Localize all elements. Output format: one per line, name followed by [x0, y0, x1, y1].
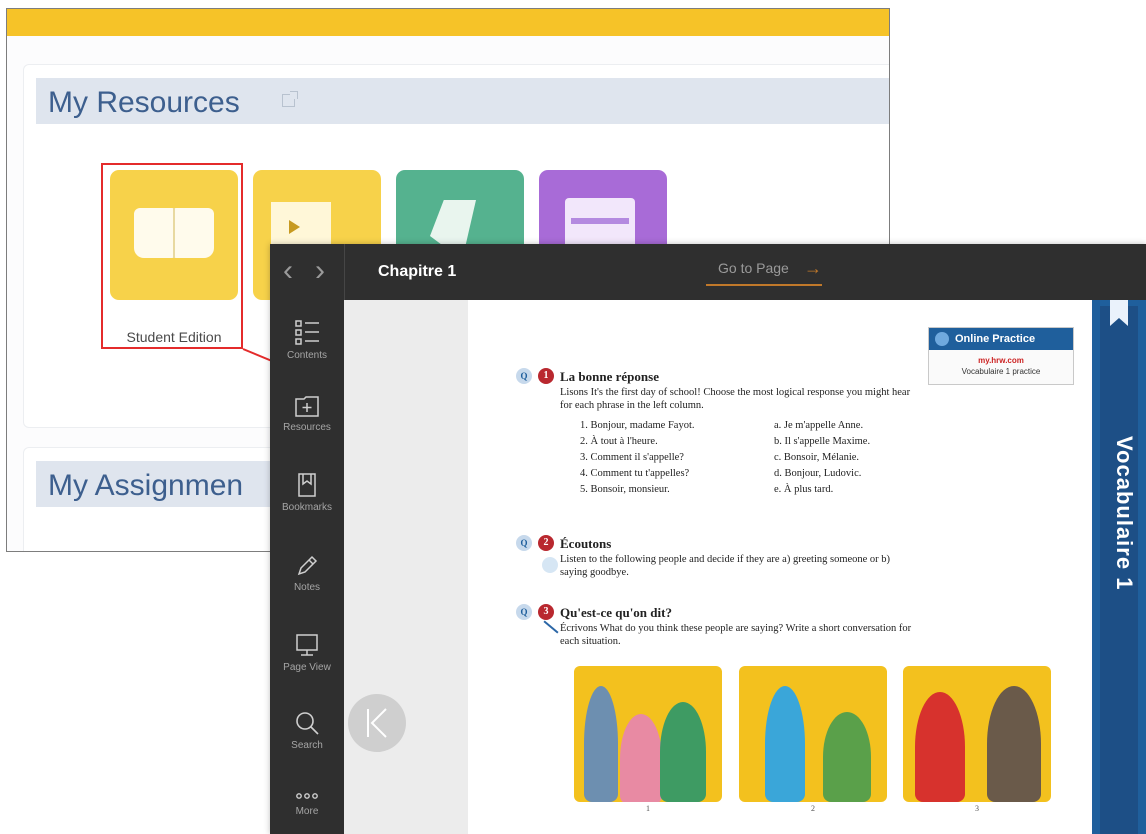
vocabulaire-side-title: Vocabulaire 1 [1112, 436, 1137, 591]
chapter-title: Chapitre 1 [378, 263, 457, 280]
exercise-number: 2 [538, 535, 554, 551]
photo-number: 3 [975, 804, 979, 813]
sidebar-item-contents[interactable]: Contents [270, 318, 344, 361]
sidebar-label-contents: Contents [286, 350, 328, 361]
sidebar-label-notes: Notes [293, 582, 321, 593]
quiz-icon[interactable]: Q [516, 604, 532, 620]
sidebar-item-resources[interactable]: Resources [270, 394, 344, 433]
globe-icon [935, 332, 949, 346]
first-page-button[interactable] [348, 694, 406, 752]
photo-2 [739, 666, 887, 802]
right-response: c. Bonsoir, Mélanie. [774, 452, 860, 463]
sidebar-label-more: More [295, 806, 319, 817]
exercise-title: La bonne réponse [560, 369, 659, 384]
reader-sidebar: Contents Resources Bookmarks Notes Page … [270, 300, 344, 834]
left-phrase: 3. Comment il s'appelle? [580, 452, 684, 463]
matching-row: 1. Bonjour, madame Fayot. a. Je m'appelle… [580, 418, 920, 434]
right-response: d. Bonjour, Ludovic. [774, 468, 862, 479]
exercise-instructions: Écrivons What do you think these people … [560, 623, 912, 647]
sidebar-label-search: Search [291, 740, 323, 751]
side-strip-inner: Vocabulaire 1 [1100, 306, 1138, 834]
photo-number: 2 [811, 804, 815, 813]
matching-row: 5. Bonsoir, monsieur. e. À plus tard. [580, 482, 920, 498]
matching-row: 4. Comment tu t'appelles? d. Bonjour, Lud… [580, 466, 920, 482]
sidebar-label-resources: Resources [283, 422, 331, 433]
go-to-page-label: Go to Page [718, 260, 789, 276]
more-icon [296, 793, 318, 799]
go-to-page-field[interactable]: Go to Page → [706, 258, 822, 286]
sidebar-label-bookmarks: Bookmarks [281, 502, 332, 513]
left-phrase: 5. Bonsoir, monsieur. [580, 484, 670, 495]
resources-icon [295, 396, 319, 417]
photo-1 [574, 666, 722, 802]
sidebar-item-more[interactable]: More [270, 790, 344, 817]
sidebar-item-notes[interactable]: Notes [270, 554, 344, 593]
matching-row: 3. Comment il s'appelle? c. Bonsoir, Méla… [580, 450, 920, 466]
monitor-icon [296, 634, 318, 656]
sidebar-item-page-view[interactable]: Page View [270, 632, 344, 673]
arrow-right-icon[interactable]: → [804, 258, 822, 279]
chapter-side-strip: Vocabulaire 1 [1092, 300, 1146, 834]
skip-to-start-icon [367, 708, 387, 738]
quiz-icon[interactable]: Q [516, 535, 532, 551]
next-page-button[interactable]: › [306, 256, 334, 287]
exercise-3: Q 3 Qu'est-ce qu'on dit? Écrivons What d… [516, 604, 920, 648]
quiz-icon[interactable]: Q [516, 368, 532, 384]
nav-divider [344, 244, 345, 300]
bookmark-icon [298, 473, 316, 497]
online-practice-header: Online Practice [929, 328, 1073, 350]
left-gutter [344, 300, 468, 834]
exercise-number: 1 [538, 368, 554, 384]
photo-number: 1 [646, 804, 650, 813]
exercise-1: Q 1 La bonne réponse Lisons It's the fir… [516, 368, 920, 498]
textbook-page: Online Practice my.hrw.com Vocabulaire 1… [468, 300, 1092, 834]
sidebar-item-bookmarks[interactable]: Bookmarks [270, 472, 344, 513]
pencil-icon [297, 555, 318, 576]
photo-3 [903, 666, 1051, 802]
right-response: e. À plus tard. [774, 484, 834, 495]
sidebar-item-search[interactable]: Search [270, 710, 344, 751]
right-response: b. Il s'appelle Maxime. [774, 436, 871, 447]
exercise-title: Qu'est-ce qu'on dit? [560, 605, 672, 620]
left-phrase: 2. À tout à l'heure. [580, 436, 658, 447]
right-response: a. Je m'appelle Anne. [774, 420, 864, 431]
writing-pencil-icon [543, 620, 559, 634]
exercise-instructions: Lisons It's the first day of school! Cho… [560, 387, 911, 411]
online-practice-box[interactable]: Online Practice my.hrw.com Vocabulaire 1… [928, 327, 1074, 385]
exercise-title: Écoutons [560, 536, 612, 551]
online-practice-url[interactable]: my.hrw.com [929, 356, 1073, 365]
matching-row: 2. À tout à l'heure. b. Il s'appelle Maxi… [580, 434, 920, 450]
online-practice-subtitle: Vocabulaire 1 practice [961, 367, 1041, 376]
audio-speaker-icon[interactable] [542, 557, 558, 573]
previous-page-button[interactable]: ‹ [274, 256, 302, 287]
page-bookmark-icon[interactable] [1110, 300, 1128, 326]
matching-pairs: 1. Bonjour, madame Fayot. a. Je m'appelle… [580, 418, 920, 498]
ebook-reader: ‹ › Chapitre 1 Go to Page → Contents Res… [270, 244, 1146, 834]
reader-topbar: ‹ › Chapitre 1 Go to Page → [270, 244, 1146, 300]
left-phrase: 4. Comment tu t'appelles? [580, 468, 690, 479]
search-icon [296, 712, 319, 735]
left-phrase: 1. Bonjour, madame Fayot. [580, 420, 695, 431]
exercise-2: Q 2 Écoutons Listen to the following peo… [516, 535, 920, 579]
exercise-instructions: Listen to the following people and decid… [560, 554, 891, 578]
contents-icon [295, 320, 319, 345]
exercise-number: 3 [538, 604, 554, 620]
online-practice-title: Online Practice [955, 333, 1036, 345]
sidebar-label-page-view: Page View [283, 662, 331, 673]
